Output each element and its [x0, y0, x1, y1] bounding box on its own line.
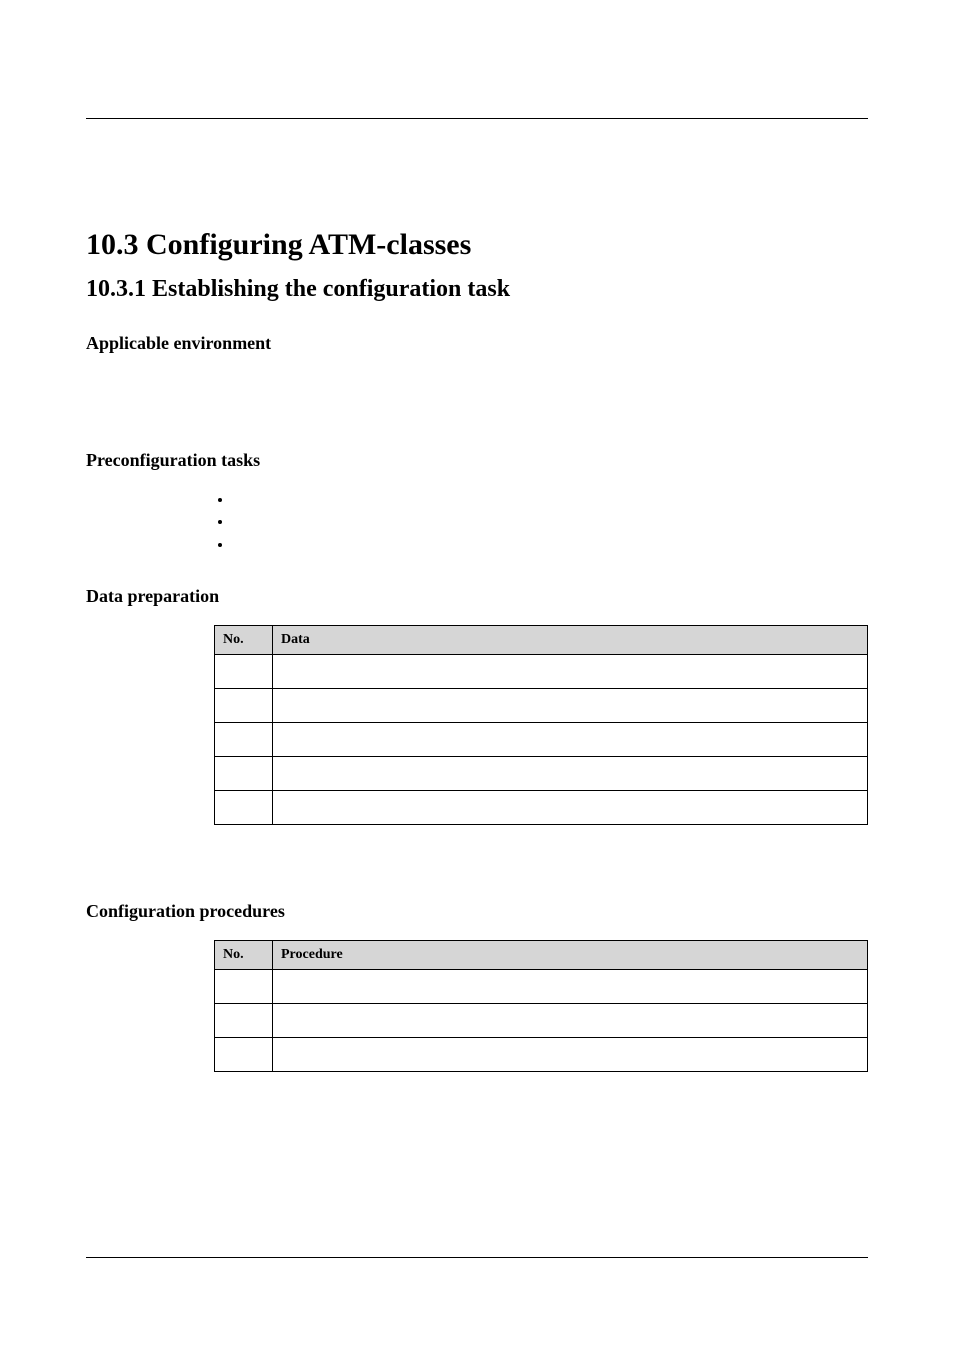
top-horizontal-rule [86, 118, 868, 119]
cell-data [273, 655, 868, 689]
cell-no [215, 757, 273, 791]
table-row [215, 791, 868, 825]
cell-no [215, 1038, 273, 1072]
applicable-environment-heading: Applicable environment [86, 333, 868, 354]
data-preparation-table: No. Data [214, 625, 868, 825]
list-item [232, 534, 868, 556]
cell-no [215, 791, 273, 825]
list-item [232, 489, 868, 511]
cell-no [215, 655, 273, 689]
cell-data [273, 791, 868, 825]
spacer [86, 825, 868, 871]
col-header-no: No. [215, 626, 273, 655]
cell-procedure [273, 1004, 868, 1038]
spacer [86, 372, 868, 420]
table-row [215, 655, 868, 689]
data-preparation-heading: Data preparation [86, 586, 868, 607]
table-row [215, 757, 868, 791]
cell-no [215, 689, 273, 723]
table-header-row: No. Procedure [215, 941, 868, 970]
cell-no [215, 1004, 273, 1038]
table-header-row: No. Data [215, 626, 868, 655]
configuration-procedures-heading: Configuration procedures [86, 901, 868, 922]
cell-procedure [273, 970, 868, 1004]
preconfiguration-tasks-heading: Preconfiguration tasks [86, 450, 868, 471]
table-row [215, 689, 868, 723]
subsection-title: 10.3.1 Establishing the configuration ta… [86, 276, 868, 303]
col-header-no: No. [215, 941, 273, 970]
list-item [232, 511, 868, 533]
col-header-data: Data [273, 626, 868, 655]
table-row [215, 1038, 868, 1072]
table-row [215, 1004, 868, 1038]
cell-data [273, 757, 868, 791]
page-content: 10.3 Configuring ATM-classes 10.3.1 Esta… [86, 228, 868, 1072]
cell-data [273, 723, 868, 757]
cell-no [215, 723, 273, 757]
configuration-procedures-table: No. Procedure [214, 940, 868, 1072]
cell-data [273, 689, 868, 723]
table-row [215, 970, 868, 1004]
section-title: 10.3 Configuring ATM-classes [86, 228, 868, 262]
bottom-horizontal-rule [86, 1257, 868, 1258]
cell-no [215, 970, 273, 1004]
preconfiguration-bullet-list [232, 489, 868, 556]
col-header-procedure: Procedure [273, 941, 868, 970]
cell-procedure [273, 1038, 868, 1072]
table-row [215, 723, 868, 757]
